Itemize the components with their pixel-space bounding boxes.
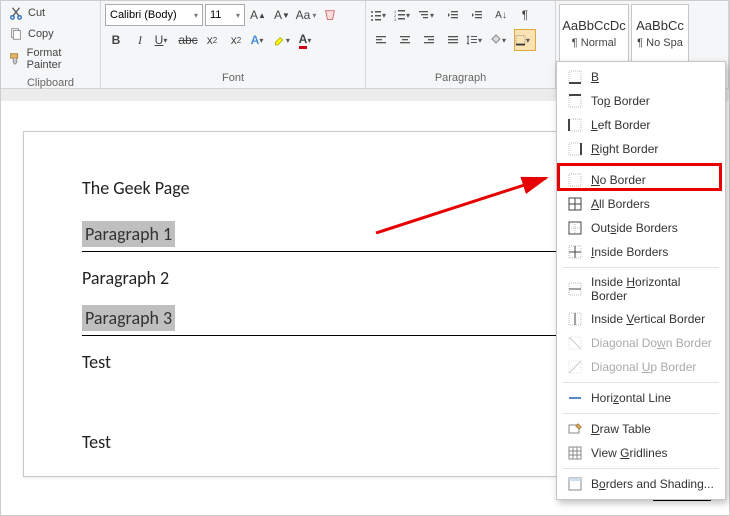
multilevel-list-button[interactable]: ▾ — [418, 4, 440, 26]
menu-separator — [563, 267, 719, 268]
svg-text:3: 3 — [394, 17, 397, 21]
cut-button[interactable]: Cut — [5, 3, 96, 23]
inside-vertical-icon — [567, 311, 583, 327]
borders-button[interactable]: ▾ — [514, 29, 536, 51]
font-color-button[interactable]: A▾ — [297, 29, 319, 51]
justify-button[interactable] — [442, 29, 464, 51]
all-borders-icon — [567, 196, 583, 212]
font-group-label: Font — [101, 70, 365, 88]
align-center-button[interactable] — [394, 29, 416, 51]
horizontal-line-icon — [567, 390, 583, 406]
style-preview: AaBbCcDc — [562, 18, 626, 33]
no-border-icon — [567, 172, 583, 188]
bold-button[interactable]: B — [105, 29, 127, 51]
menu-left-border[interactable]: Left Border — [559, 113, 723, 137]
numbering-button[interactable]: 123▾ — [394, 4, 416, 26]
menu-top-border[interactable]: Top Border — [559, 89, 723, 113]
menu-no-border[interactable]: No Border — [559, 168, 723, 192]
chevron-down-icon: ▾ — [236, 11, 240, 20]
diagonal-down-icon — [567, 335, 583, 351]
menu-draw-table[interactable]: Draw Table — [559, 417, 723, 441]
sort-button[interactable]: A↓ — [490, 4, 512, 26]
align-left-button[interactable] — [370, 29, 392, 51]
style-no-spacing[interactable]: AaBbCc ¶ No Spa — [631, 4, 689, 62]
menu-separator — [563, 164, 719, 165]
text-effects-button[interactable]: A▾ — [249, 29, 271, 51]
font-size-combo[interactable]: 11 ▾ — [205, 4, 245, 26]
shrink-font-button[interactable]: A▼ — [271, 4, 293, 26]
show-hide-marks-button[interactable]: ¶ — [514, 4, 536, 26]
left-border-icon — [567, 117, 583, 133]
format-painter-icon — [8, 51, 23, 67]
right-border-icon — [567, 141, 583, 157]
paragraph-group-label: Paragraph — [366, 70, 555, 88]
copy-label: Copy — [28, 28, 54, 40]
top-border-icon — [567, 93, 583, 109]
menu-separator — [563, 468, 719, 469]
increase-indent-button[interactable] — [466, 4, 488, 26]
borders-dropdown-menu: B Top Border Left Border Right Border No… — [556, 61, 726, 500]
clipboard-group: Cut Copy Format Painter Clipboard — [1, 1, 101, 88]
menu-diagonal-down-border: Diagonal Down Border — [559, 331, 723, 355]
style-name: ¶ No Spa — [637, 37, 683, 49]
menu-borders-and-shading[interactable]: Borders and Shading... — [559, 472, 723, 496]
menu-all-borders[interactable]: All Borders — [559, 192, 723, 216]
menu-separator — [563, 413, 719, 414]
superscript-button[interactable]: x2 — [225, 29, 247, 51]
menu-inside-horizontal-border[interactable]: Inside Horizontal Border — [559, 271, 723, 307]
style-preview: AaBbCc — [636, 18, 684, 33]
style-name: ¶ Normal — [572, 37, 616, 49]
menu-right-border[interactable]: Right Border — [559, 137, 723, 161]
subscript-button[interactable]: x2 — [201, 29, 223, 51]
menu-diagonal-up-border: Diagonal Up Border — [559, 355, 723, 379]
outside-borders-icon — [567, 220, 583, 236]
borders-shading-icon — [567, 476, 583, 492]
menu-separator — [563, 382, 719, 383]
strikethrough-button[interactable]: abc — [177, 29, 199, 51]
copy-button[interactable]: Copy — [5, 24, 96, 44]
diagonal-up-icon — [567, 359, 583, 375]
copy-icon — [8, 26, 24, 42]
view-gridlines-icon — [567, 445, 583, 461]
change-case-button[interactable]: Aa▾ — [295, 4, 317, 26]
grow-font-button[interactable]: A▲ — [247, 4, 269, 26]
cut-icon — [8, 5, 24, 21]
format-painter-label: Format Painter — [27, 47, 93, 71]
format-painter-button[interactable]: Format Painter — [5, 45, 96, 73]
draw-table-icon — [567, 421, 583, 437]
inside-borders-icon — [567, 244, 583, 260]
menu-inside-vertical-border[interactable]: Inside Vertical Border — [559, 307, 723, 331]
line-spacing-button[interactable]: ▾ — [466, 29, 488, 51]
italic-button[interactable]: I — [129, 29, 151, 51]
shading-button[interactable]: ▾ — [490, 29, 512, 51]
menu-outside-borders[interactable]: Outside Borders — [559, 216, 723, 240]
cut-label: Cut — [28, 7, 45, 19]
paragraph-group: ▾ 123▾ ▾ A↓ ¶ ▾ ▾ ▾ Paragraph — [366, 1, 556, 88]
style-normal[interactable]: AaBbCcDc ¶ Normal — [559, 4, 629, 62]
menu-inside-borders[interactable]: Inside Borders — [559, 240, 723, 264]
clear-formatting-button[interactable] — [319, 4, 341, 26]
font-size-value: 11 — [210, 9, 221, 21]
align-right-button[interactable] — [418, 29, 440, 51]
decrease-indent-button[interactable] — [442, 4, 464, 26]
font-group: Calibri (Body) ▾ 11 ▾ A▲ A▼ Aa▾ B I U▾ a… — [101, 1, 366, 88]
chevron-down-icon: ▾ — [194, 11, 198, 20]
underline-button[interactable]: U▾ — [153, 29, 175, 51]
menu-view-gridlines[interactable]: View Gridlines — [559, 441, 723, 465]
bottom-border-icon — [567, 69, 583, 85]
highlight-button[interactable]: ▾ — [273, 29, 295, 51]
menu-bottom-border[interactable]: B — [559, 65, 723, 89]
font-name-combo[interactable]: Calibri (Body) ▾ — [105, 4, 203, 26]
inside-horizontal-icon — [567, 281, 583, 297]
font-name-value: Calibri (Body) — [110, 9, 177, 21]
menu-horizontal-line[interactable]: Horizontal Line — [559, 386, 723, 410]
bullets-button[interactable]: ▾ — [370, 4, 392, 26]
